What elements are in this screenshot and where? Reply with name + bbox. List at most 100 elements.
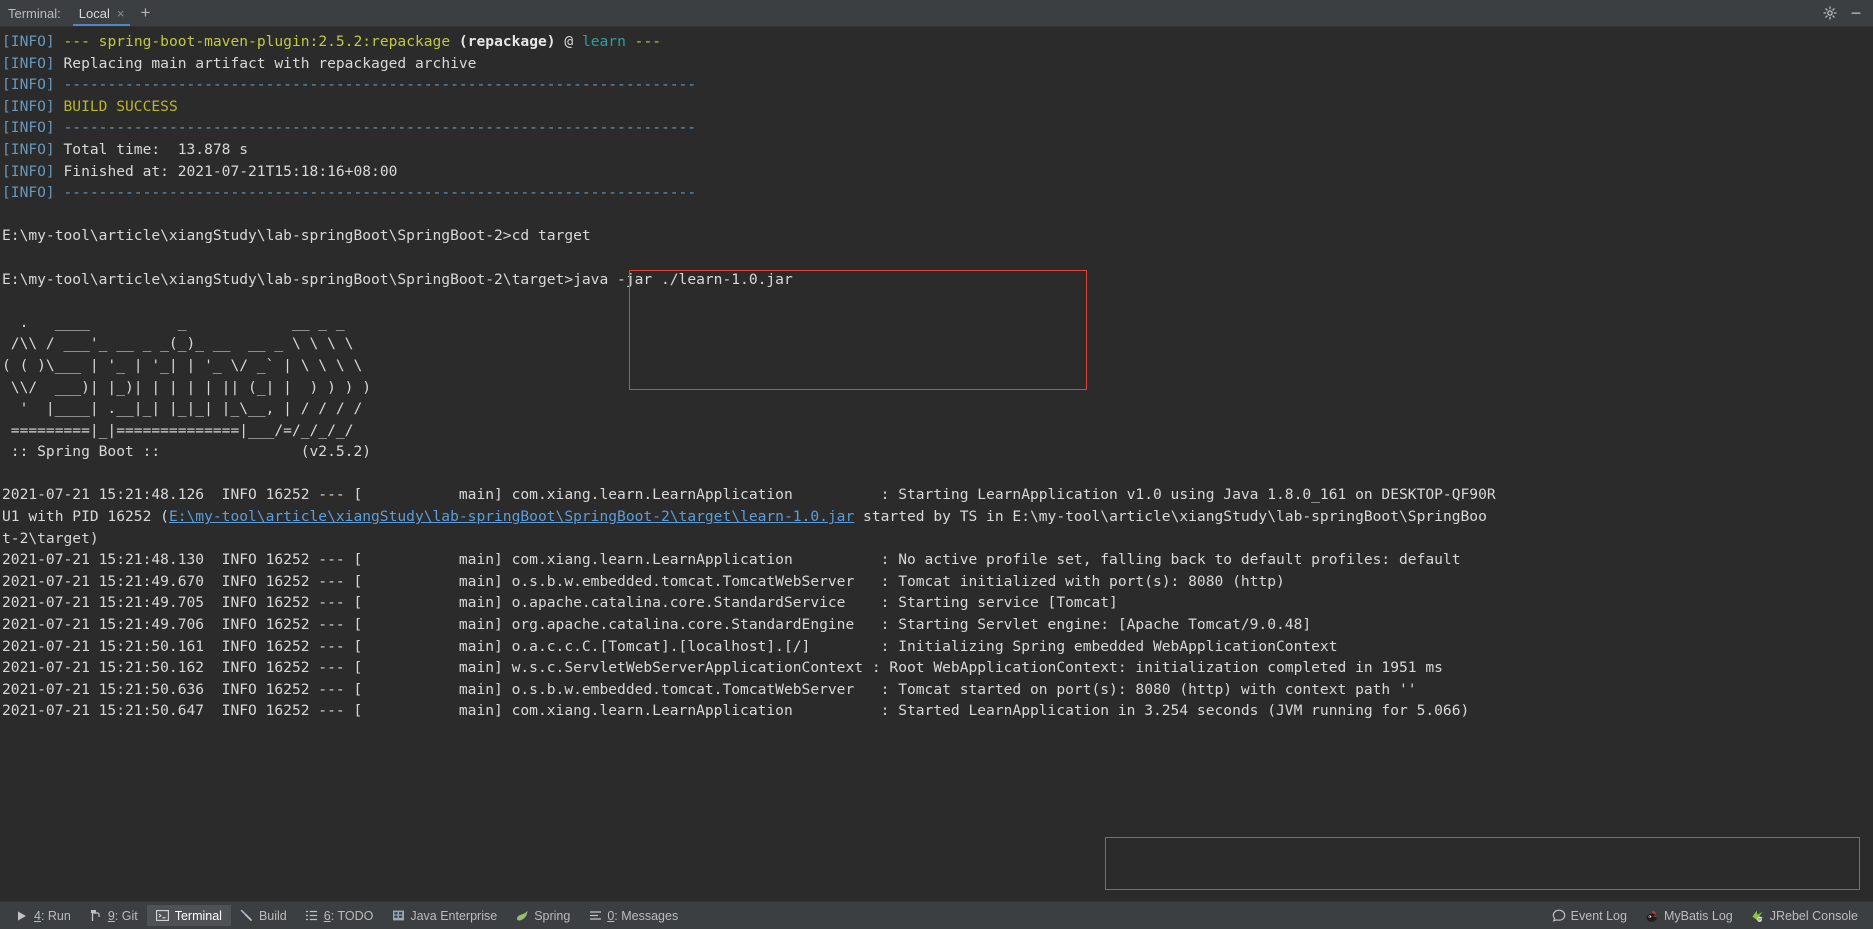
terminal-line: 2021-07-21 15:21:49.670 INFO 16252 --- [… xyxy=(2,571,1873,593)
status-bar-item-label: Terminal xyxy=(174,908,222,923)
terminal-span: U1 with PID 16252 ( xyxy=(2,508,169,526)
gear-icon[interactable] xyxy=(1822,5,1838,21)
terminal-line: 2021-07-21 15:21:50.161 INFO 16252 --- [… xyxy=(2,636,1873,658)
terminal-line: ' |____| .__|_| |_|_| |_\__, | / / / / xyxy=(2,398,1873,420)
terminal-span: 2021-07-21 15:21:49.706 INFO 16252 --- [… xyxy=(2,616,1312,634)
terminal-line: [INFO] --- spring-boot-maven-plugin:2.5.… xyxy=(2,31,1873,53)
new-terminal-tab-button[interactable]: + xyxy=(132,0,158,26)
status-bar-item-messages[interactable]: 0: Messages xyxy=(579,905,687,926)
mybatis-icon xyxy=(1645,909,1659,923)
status-bar-item-javaenterprise[interactable]: Java Enterprise xyxy=(382,905,506,926)
terminal-span xyxy=(450,33,459,50)
checklist-icon xyxy=(305,909,319,923)
terminal-span: . ____ _ __ _ _ xyxy=(2,313,345,331)
terminal-span: [INFO] xyxy=(2,184,64,202)
terminal-span: :: Spring Boot :: (v2.5.2) xyxy=(2,443,372,461)
terminal-span: =========|_|==============|___/=/_/_/_/ xyxy=(2,421,354,439)
terminal-line: ( ( )\___ | '_ | '_| | '_ \/ _` | \ \ \ … xyxy=(2,355,1873,377)
status-bar-item-label: MyBatis Log xyxy=(1663,908,1733,923)
terminal-line: 2021-07-21 15:21:48.126 INFO 16252 --- [… xyxy=(2,484,1873,506)
terminal-span: ( ( )\___ | '_ | '_| | '_ \/ _` | \ \ \ … xyxy=(2,356,363,374)
terminal-span: Finished at: 2021-07-21T15:18:16+08:00 xyxy=(63,162,398,180)
status-bar-item-todo[interactable]: 6: TODO xyxy=(296,905,383,926)
status-bar-item-jrebelconsole[interactable]: JR JRebel Console xyxy=(1742,905,1867,926)
mnemonic: 4 xyxy=(34,908,41,923)
terminal-line: 2021-07-21 15:21:48.130 INFO 16252 --- [… xyxy=(2,549,1873,571)
terminal-span: t-2\target) xyxy=(2,529,99,547)
terminal-span: started by TS in E:\my-tool\article\xian… xyxy=(854,508,1487,526)
terminal-span: /\\ / ___'_ __ _ _(_)_ __ __ _ \ \ \ \ xyxy=(2,335,354,353)
terminal-line: E:\my-tool\article\xiangStudy\lab-spring… xyxy=(2,269,1873,291)
status-bar-item-eventlog[interactable]: Event Log xyxy=(1543,905,1636,926)
terminal-span: [INFO] xyxy=(2,97,64,115)
terminal-output-pane[interactable]: [INFO] --- spring-boot-maven-plugin:2.5.… xyxy=(0,27,1873,901)
terminal-span: ----------------------------------------… xyxy=(63,119,697,137)
terminal-line: t-2\target) xyxy=(2,528,1873,550)
status-bar-item-label: Event Log xyxy=(1570,908,1627,923)
terminal-span: [INFO] xyxy=(2,33,64,50)
terminal-line: 2021-07-21 15:21:50.162 INFO 16252 --- [… xyxy=(2,657,1873,679)
terminal-toolwindow-label: Terminal: xyxy=(8,5,61,21)
terminal-span: spring-boot-maven-plugin:2.5.2:repackage xyxy=(98,33,451,50)
terminal-line: [INFO] ---------------------------------… xyxy=(2,182,1873,204)
label-text: : Git xyxy=(114,908,138,923)
terminal-span: \\/ ___)| |_)| | | | | || (_| | ) ) ) ) xyxy=(2,378,372,396)
terminal-tab-local[interactable]: Local × xyxy=(71,0,133,26)
terminal-link[interactable]: E:\my-tool\article\xiangStudy\lab-spring… xyxy=(169,508,854,525)
mnemonic: 9 xyxy=(107,908,115,923)
status-bar: 4: Run 9: Git Terminal Build 6: TODO Java Ent… xyxy=(0,901,1873,929)
status-bar-item-terminal[interactable]: Terminal xyxy=(146,905,231,926)
status-bar-item-build[interactable]: Build xyxy=(231,905,296,926)
git-branch-icon xyxy=(89,909,103,923)
terminal-line: [INFO] Replacing main artifact with repa… xyxy=(2,53,1873,75)
terminal-text: [INFO] --- spring-boot-maven-plugin:2.5.… xyxy=(2,31,1873,722)
terminal-span: [INFO] xyxy=(2,76,64,94)
status-bar-item-mybatislog[interactable]: MyBatis Log xyxy=(1636,905,1742,926)
terminal-span: 2021-07-21 15:21:50.636 INFO 16252 --- [… xyxy=(2,680,1417,698)
messages-icon xyxy=(588,909,602,923)
run-icon xyxy=(15,909,29,923)
terminal-tab-bar: Terminal: Local × + xyxy=(0,0,1873,27)
status-bar-item-run[interactable]: 4: Run xyxy=(6,905,80,926)
status-bar-item-label: 9: Git xyxy=(108,909,138,923)
terminal-line: \\/ ___)| |_)| | | | | || (_| | ) ) ) ) xyxy=(2,377,1873,399)
terminal-span: (repackage) xyxy=(458,33,556,50)
status-bar-item-git[interactable]: 9: Git xyxy=(80,905,147,926)
status-bar-item-spring[interactable]: Spring xyxy=(506,905,579,926)
label-text: : Messages xyxy=(614,908,679,923)
terminal-line: 2021-07-21 15:21:49.705 INFO 16252 --- [… xyxy=(2,592,1873,614)
terminal-line: . ____ _ __ _ _ xyxy=(2,312,1873,334)
terminal-span: [INFO] xyxy=(2,140,64,158)
terminal-span: 2021-07-21 15:21:50.161 INFO 16252 --- [… xyxy=(2,637,1338,655)
status-bar-item-label: 4: Run xyxy=(34,909,71,923)
terminal-line: /\\ / ___'_ __ _ _(_)_ __ __ _ \ \ \ \ xyxy=(2,333,1873,355)
terminal-span: 2021-07-21 15:21:48.126 INFO 16252 --- [… xyxy=(2,486,1496,504)
status-bar-item-label: 0: Messages xyxy=(607,909,678,923)
terminal-line: 2021-07-21 15:21:50.647 INFO 16252 --- [… xyxy=(2,700,1873,722)
terminal-span: [INFO] xyxy=(2,162,64,180)
terminal-span: BUILD SUCCESS xyxy=(63,97,178,115)
terminal-line: =========|_|==============|___/=/_/_/_/ xyxy=(2,420,1873,442)
status-bar-right: Event Log MyBatis Log JR JRebel Console xyxy=(1543,905,1867,926)
status-bar-item-label: JRebel Console xyxy=(1769,908,1858,923)
status-bar-item-label: Spring xyxy=(534,908,571,923)
terminal-span: Replacing main artifact with repackaged … xyxy=(63,54,477,72)
mnemonic: 6 xyxy=(323,908,331,923)
terminal-tab-label: Local xyxy=(78,5,110,21)
label-text: : TODO xyxy=(330,908,374,923)
terminal-line: [INFO] ---------------------------------… xyxy=(2,74,1873,96)
terminal-span: [INFO] xyxy=(2,54,64,72)
minimize-icon[interactable] xyxy=(1848,5,1864,21)
status-bar-item-label: 6: TODO xyxy=(324,909,374,923)
terminal-line: [INFO] BUILD SUCCESS xyxy=(2,96,1873,118)
terminal-span: ----------------------------------------… xyxy=(63,184,697,202)
terminal-line: [INFO] Total time: 13.878 s xyxy=(2,139,1873,161)
terminal-span: [INFO] xyxy=(2,119,64,137)
svg-text:JR: JR xyxy=(1757,917,1762,921)
terminal-span: E:\my-tool\article\xiangStudy\lab-spring… xyxy=(2,270,793,288)
terminal-span: --- xyxy=(63,33,99,50)
tabbar-actions xyxy=(1822,0,1873,26)
close-icon[interactable]: × xyxy=(117,7,125,20)
